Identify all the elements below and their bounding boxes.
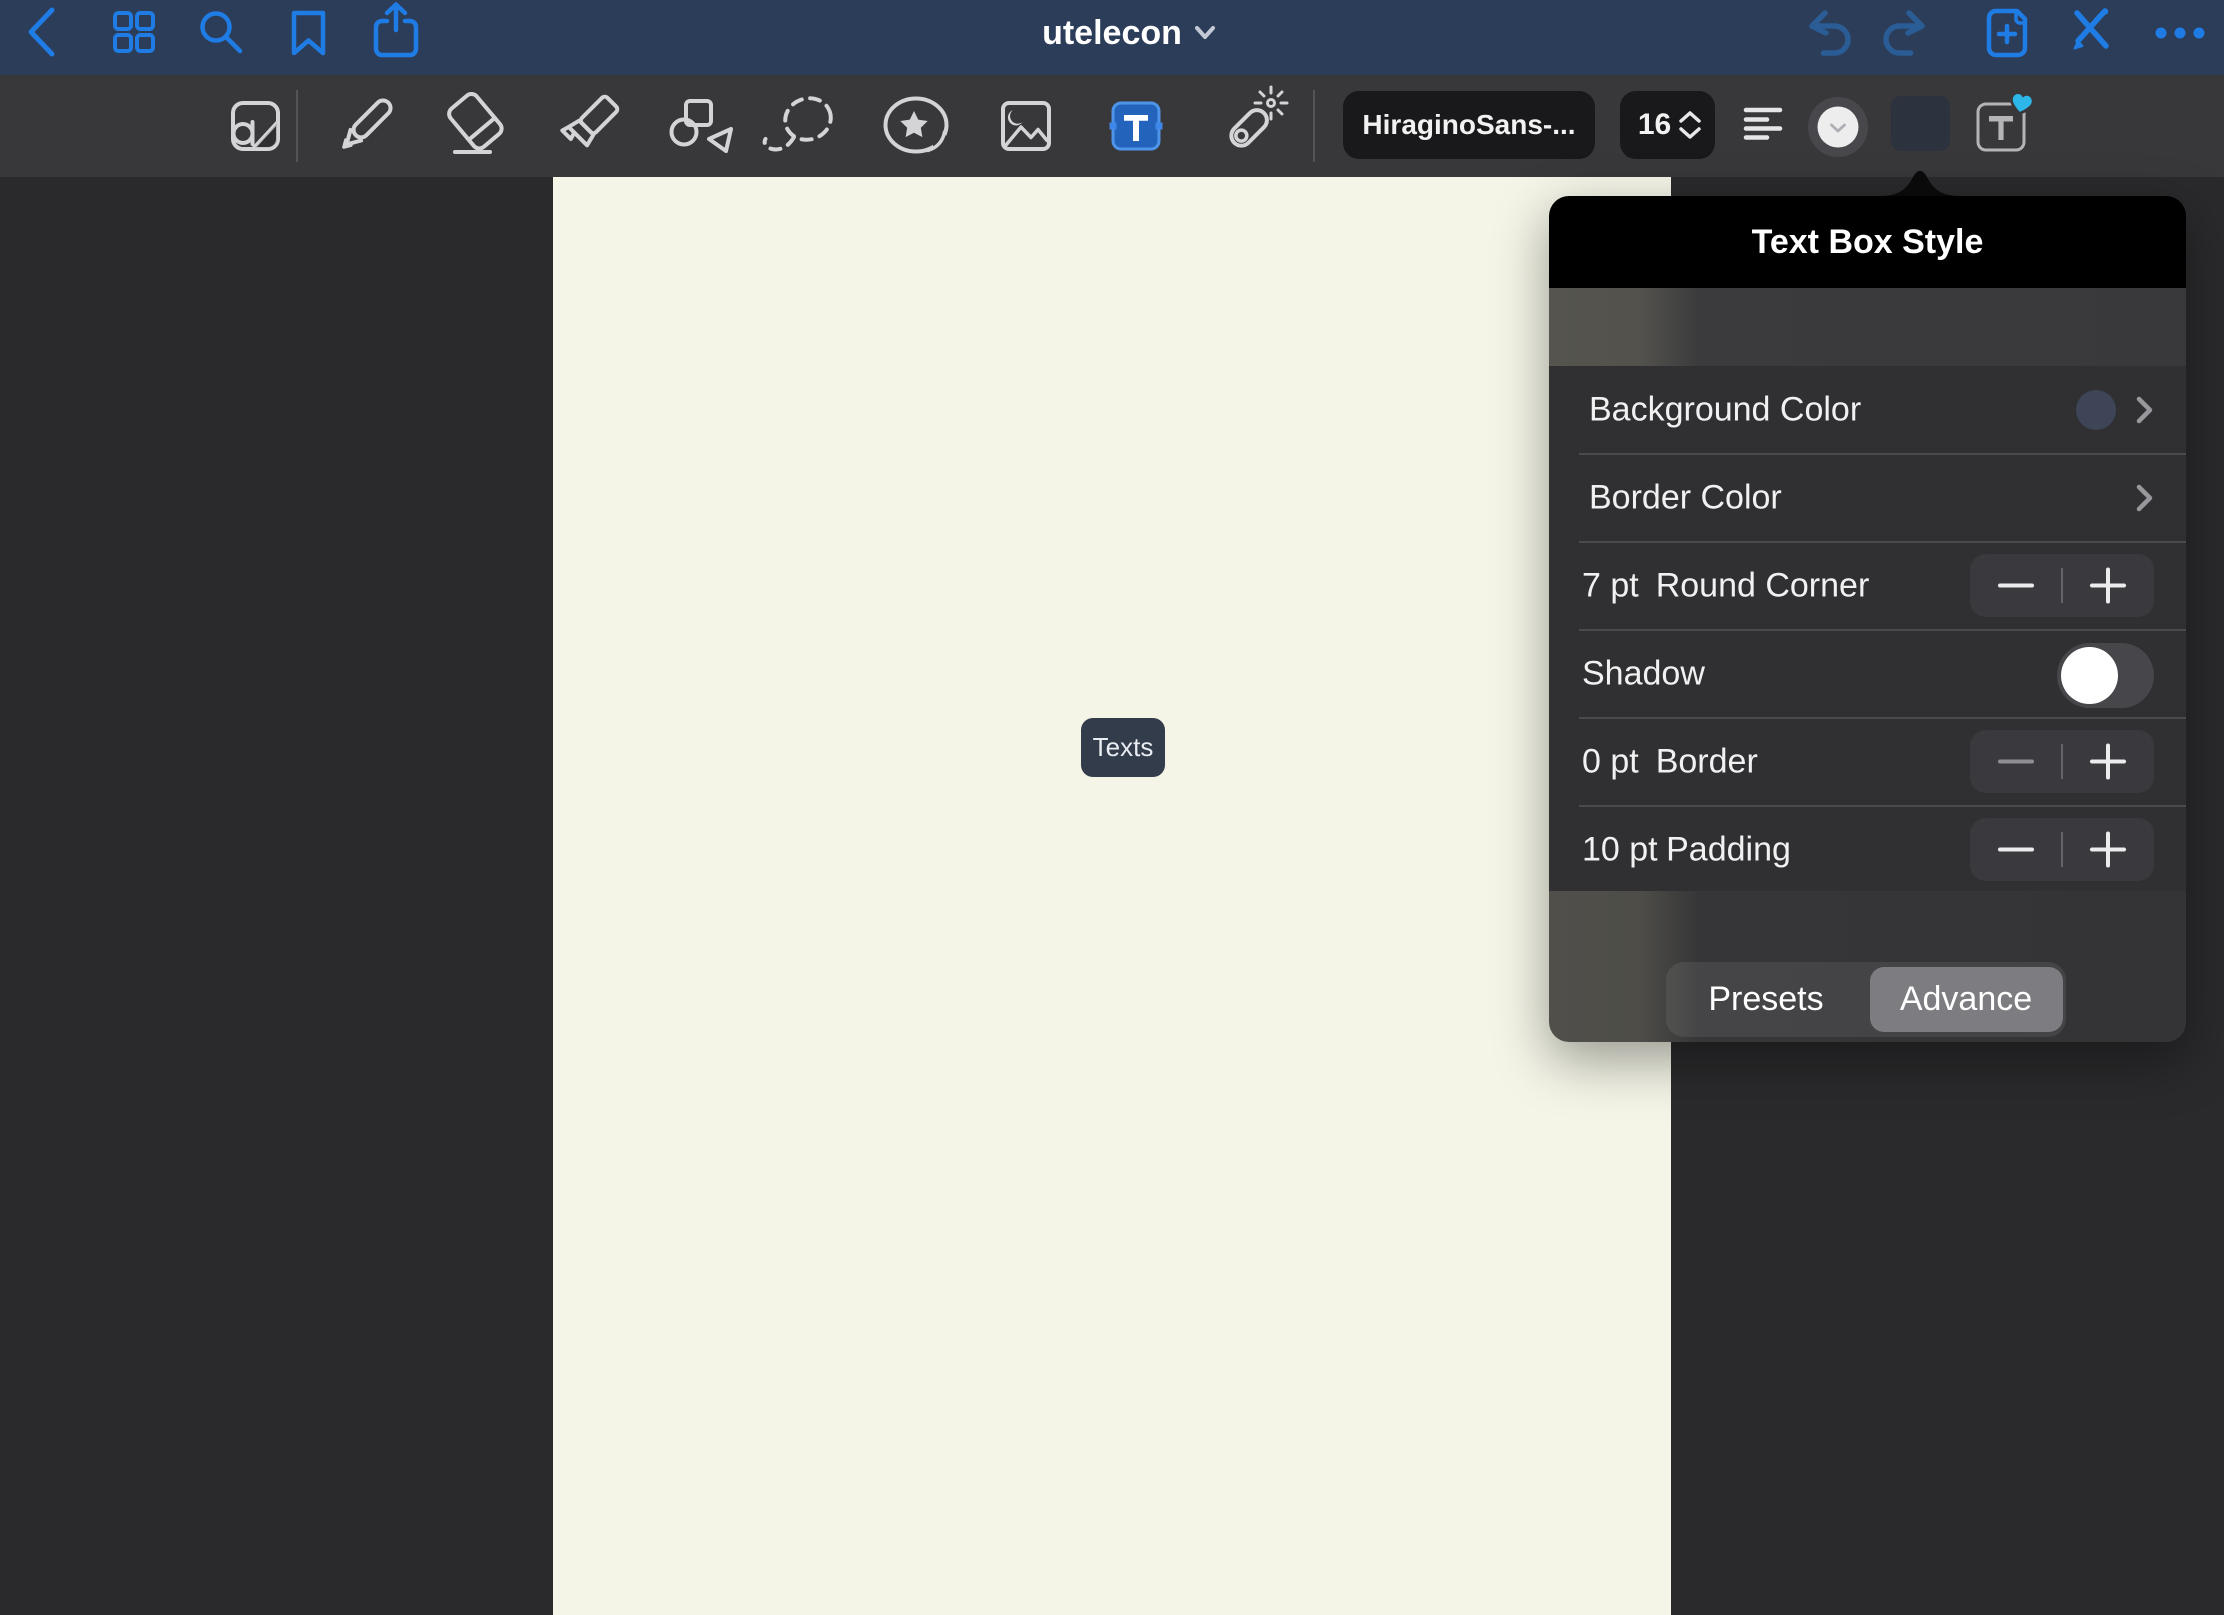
svg-text:utelecon: utelecon — [1042, 14, 1182, 52]
